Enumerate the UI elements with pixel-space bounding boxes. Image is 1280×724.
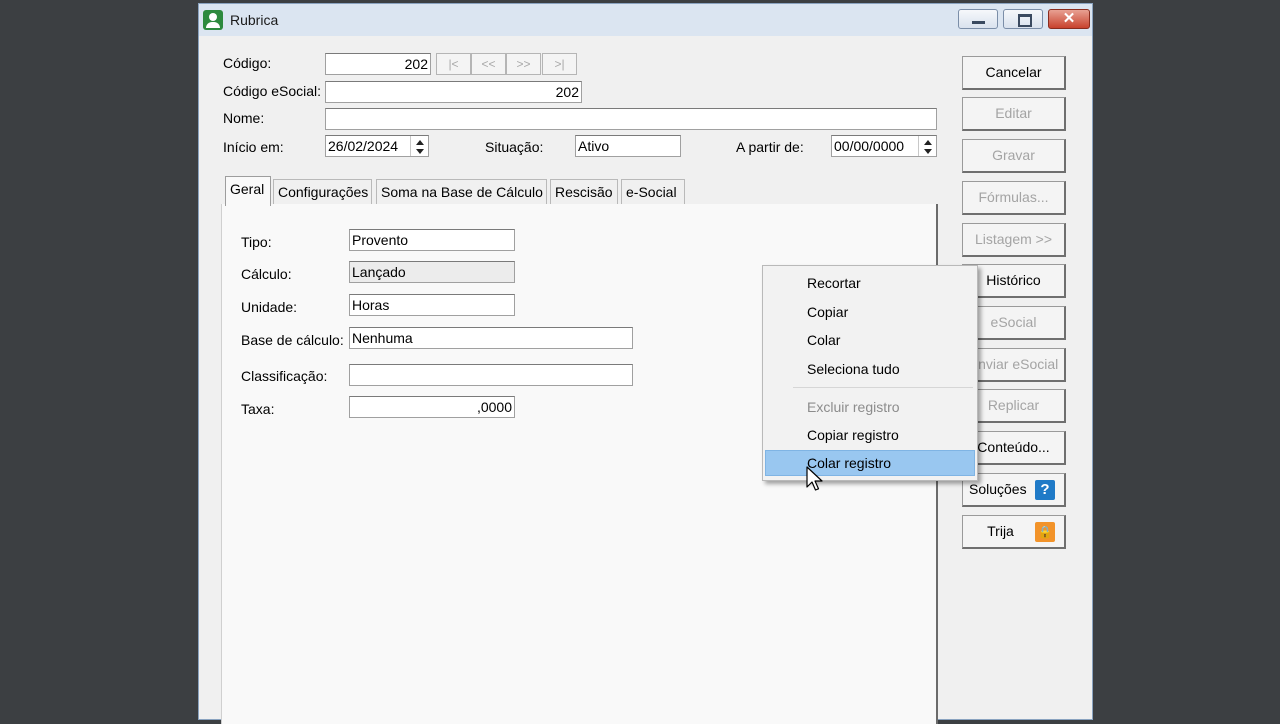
inicio-spinner[interactable]: [410, 136, 428, 156]
nav-last-button[interactable]: >|: [542, 53, 577, 75]
maximize-button[interactable]: [1003, 9, 1043, 29]
inicio-value: 26/02/2024: [328, 138, 399, 154]
codigo-esocial-label: Código eSocial:: [223, 83, 322, 99]
tipo-label: Tipo:: [241, 234, 272, 250]
tab-rescisao[interactable]: Rescisão: [550, 179, 618, 205]
unidade-label: Unidade:: [241, 299, 298, 315]
a-partir-date-field[interactable]: 00/00/0000: [831, 135, 937, 157]
cancelar-button[interactable]: Cancelar: [962, 56, 1066, 90]
nav-prev-button[interactable]: <<: [471, 53, 506, 75]
codigo-field[interactable]: 202: [325, 53, 431, 75]
menu-item-copiar[interactable]: Copiar: [765, 299, 975, 325]
spin-down-icon: [924, 149, 932, 154]
classificacao-field[interactable]: [349, 364, 633, 386]
spin-up-icon: [416, 140, 424, 145]
trija-button[interactable]: Trija 🔒: [962, 515, 1066, 549]
tab-configuracoes[interactable]: Configurações: [273, 179, 372, 205]
inicio-label: Início em:: [223, 139, 284, 155]
minimize-icon: [972, 21, 985, 24]
menu-item-excluir-registro[interactable]: Excluir registro: [765, 394, 975, 420]
title-bar[interactable]: Rubrica ✕: [199, 4, 1092, 36]
situacao-field[interactable]: Ativo: [575, 135, 681, 157]
menu-item-recortar[interactable]: Recortar: [765, 270, 975, 296]
lock-icon: 🔒: [1035, 522, 1055, 542]
tab-geral[interactable]: Geral: [225, 176, 271, 206]
a-partir-label: A partir de:: [736, 139, 804, 155]
mouse-pointer-icon: [806, 466, 823, 491]
editar-button[interactable]: Editar: [962, 97, 1066, 131]
nav-first-button[interactable]: |<: [436, 53, 471, 75]
listagem-button[interactable]: Listagem >>: [962, 223, 1066, 257]
a-partir-value: 00/00/0000: [834, 138, 905, 154]
menu-item-copiar-registro[interactable]: Copiar registro: [765, 422, 975, 448]
nav-next-button[interactable]: >>: [506, 53, 541, 75]
calculo-field: Lançado: [349, 261, 515, 283]
close-button[interactable]: ✕: [1048, 9, 1090, 29]
classificacao-label: Classificação:: [241, 368, 328, 384]
solucoes-label: Soluções: [969, 481, 1027, 497]
menu-item-colar[interactable]: Colar: [765, 327, 975, 353]
menu-item-seleciona-tudo[interactable]: Seleciona tudo: [765, 356, 975, 382]
base-calculo-label: Base de cálculo:: [241, 332, 344, 348]
codigo-esocial-field[interactable]: 202: [325, 81, 582, 103]
a-partir-spinner[interactable]: [918, 136, 936, 156]
codigo-label: Código:: [223, 55, 272, 71]
formulas-button[interactable]: Fórmulas...: [962, 181, 1066, 215]
unidade-field[interactable]: Horas: [349, 294, 515, 316]
tab-soma-base-calculo[interactable]: Soma na Base de Cálculo: [376, 179, 547, 205]
window-title: Rubrica: [230, 12, 279, 28]
help-icon: ?: [1035, 480, 1055, 500]
nome-label: Nome:: [223, 110, 265, 126]
context-menu: Recortar Copiar Colar Seleciona tudo Exc…: [762, 265, 978, 481]
app-user-icon: [203, 10, 223, 30]
tab-esocial[interactable]: e-Social: [621, 179, 685, 205]
trija-label: Trija: [987, 523, 1014, 539]
maximize-icon: [1018, 14, 1032, 27]
nome-field[interactable]: [325, 108, 937, 130]
tipo-field[interactable]: Provento: [349, 229, 515, 251]
spin-down-icon: [416, 149, 424, 154]
inicio-date-field[interactable]: 26/02/2024: [325, 135, 429, 157]
gravar-button[interactable]: Gravar: [962, 139, 1066, 173]
base-calculo-field[interactable]: Nenhuma: [349, 327, 633, 349]
situacao-label: Situação:: [485, 139, 544, 155]
taxa-field[interactable]: ,0000: [349, 396, 515, 418]
menu-item-colar-registro[interactable]: Colar registro: [765, 450, 975, 476]
calculo-label: Cálculo:: [241, 266, 292, 282]
close-icon: ✕: [1062, 10, 1076, 27]
minimize-button[interactable]: [958, 9, 998, 29]
spin-up-icon: [924, 140, 932, 145]
menu-separator: [793, 387, 973, 388]
taxa-label: Taxa:: [241, 401, 275, 417]
